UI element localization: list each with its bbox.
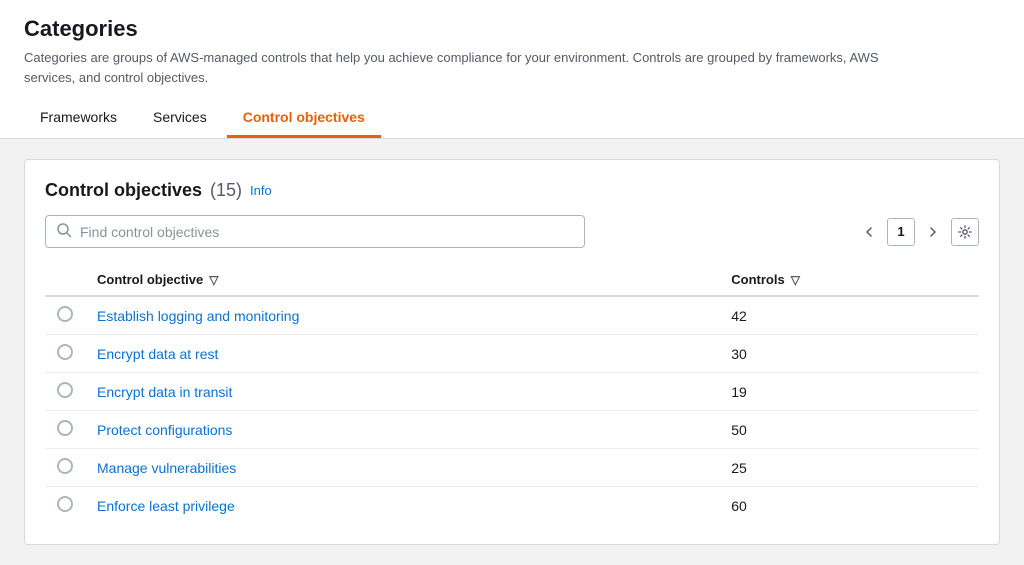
control-objectives-card: Control objectives (15) Info 1 [24, 159, 1000, 545]
row-radio-cell [45, 449, 85, 487]
col-objective-header[interactable]: Control objective ▽ [85, 264, 719, 296]
row-radio-button[interactable] [57, 344, 73, 360]
card-count: (15) [210, 180, 242, 201]
page-title: Categories [24, 16, 1000, 42]
objective-link[interactable]: Encrypt data in transit [97, 384, 232, 400]
table-settings-button[interactable] [951, 218, 979, 246]
page-header: Categories Categories are groups of AWS-… [0, 0, 1024, 139]
row-controls: 42 [719, 296, 979, 335]
row-radio-button[interactable] [57, 382, 73, 398]
page-description: Categories are groups of AWS-managed con… [24, 48, 924, 87]
objective-link[interactable]: Manage vulnerabilities [97, 460, 236, 476]
row-objective: Encrypt data at rest [85, 335, 719, 373]
search-input[interactable] [80, 224, 574, 240]
row-radio-cell [45, 373, 85, 411]
next-page-button[interactable] [919, 218, 947, 246]
row-controls: 50 [719, 411, 979, 449]
objectives-table: Control objective ▽ Controls ▽ [45, 264, 979, 524]
row-objective: Establish logging and monitoring [85, 296, 719, 335]
sort-objective-icon: ▽ [209, 273, 218, 287]
card-header: Control objectives (15) Info [45, 180, 979, 201]
row-radio-button[interactable] [57, 458, 73, 474]
current-page: 1 [887, 218, 915, 246]
row-objective: Enforce least privilege [85, 487, 719, 525]
objective-link[interactable]: Protect configurations [97, 422, 232, 438]
row-radio-cell [45, 335, 85, 373]
table-row: Encrypt data at rest 30 [45, 335, 979, 373]
row-radio-button[interactable] [57, 496, 73, 512]
tab-services[interactable]: Services [137, 101, 223, 138]
table-row: Manage vulnerabilities 25 [45, 449, 979, 487]
table-row: Encrypt data in transit 19 [45, 373, 979, 411]
table-row: Establish logging and monitoring 42 [45, 296, 979, 335]
objective-link[interactable]: Encrypt data at rest [97, 346, 218, 362]
prev-page-button[interactable] [855, 218, 883, 246]
search-box [45, 215, 585, 248]
table-row: Protect configurations 50 [45, 411, 979, 449]
tab-frameworks[interactable]: Frameworks [24, 101, 133, 138]
sort-controls-icon: ▽ [791, 273, 800, 287]
row-objective: Manage vulnerabilities [85, 449, 719, 487]
row-radio-button[interactable] [57, 420, 73, 436]
tab-bar: Frameworks Services Control objectives [24, 101, 1000, 138]
table-row: Enforce least privilege 60 [45, 487, 979, 525]
search-icon [56, 222, 72, 241]
row-objective: Protect configurations [85, 411, 719, 449]
col-controls-header[interactable]: Controls ▽ [719, 264, 979, 296]
row-radio-cell [45, 296, 85, 335]
main-content: Control objectives (15) Info 1 [0, 139, 1024, 565]
row-radio-cell [45, 411, 85, 449]
search-container: 1 [45, 215, 979, 248]
objective-link[interactable]: Enforce least privilege [97, 498, 235, 514]
row-controls: 60 [719, 487, 979, 525]
info-link[interactable]: Info [250, 183, 272, 198]
row-radio-button[interactable] [57, 306, 73, 322]
objective-link[interactable]: Establish logging and monitoring [97, 308, 299, 324]
row-objective: Encrypt data in transit [85, 373, 719, 411]
pagination: 1 [855, 218, 979, 246]
col-select [45, 264, 85, 296]
tab-control-objectives[interactable]: Control objectives [227, 101, 381, 138]
card-title: Control objectives [45, 180, 202, 201]
row-controls: 25 [719, 449, 979, 487]
row-radio-cell [45, 487, 85, 525]
row-controls: 19 [719, 373, 979, 411]
row-controls: 30 [719, 335, 979, 373]
